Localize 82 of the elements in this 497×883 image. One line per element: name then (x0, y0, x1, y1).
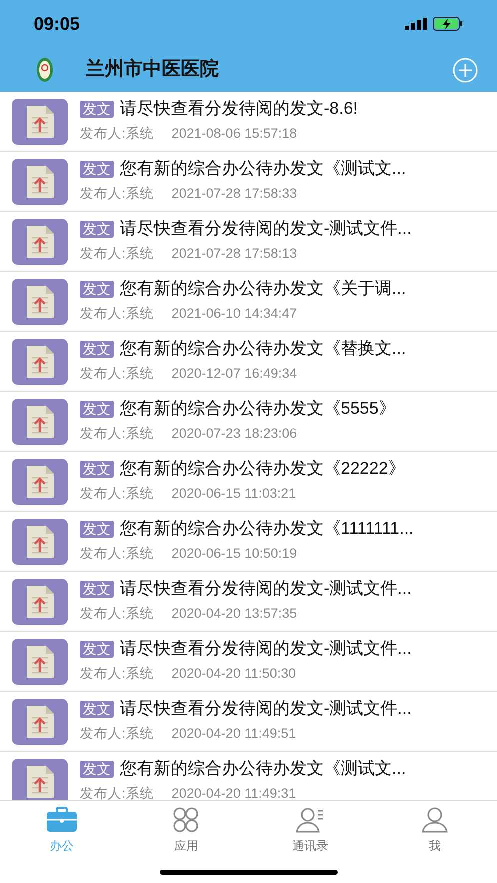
briefcase-icon (47, 807, 78, 833)
publisher-text: 发布人:系统 (80, 305, 154, 324)
message-item[interactable]: 发文 您有新的综合办公待办发文《5555》 发布人:系统 2020-07-23 18:23:06 (0, 392, 497, 452)
message-title: 您有新的综合办公待办发文《5555》 (120, 398, 396, 420)
message-time: 2020-06-15 10:50:19 (172, 545, 298, 564)
status-time: 09:05 (34, 12, 80, 36)
message-title: 您有新的综合办公待办发文《关于调... (120, 278, 406, 300)
message-title: 您有新的综合办公待办发文《测试文... (120, 758, 406, 780)
category-tag: 发文 (80, 280, 114, 298)
message-time: 2020-07-23 18:23:06 (172, 425, 298, 444)
message-time: 2020-12-07 16:49:34 (172, 365, 298, 384)
message-time: 2020-04-20 11:49:31 (172, 785, 296, 800)
add-icon[interactable] (453, 58, 478, 82)
tab-item[interactable]: 通讯录 (248, 801, 373, 855)
message-title: 请尽快查看分发待阅的发文-8.6! (120, 98, 358, 120)
message-title: 请尽快查看分发待阅的发文-测试文件... (120, 698, 412, 720)
apps-grid-icon (171, 807, 202, 833)
message-title: 您有新的综合办公待办发文《测试文... (120, 158, 406, 180)
message-title: 请尽快查看分发待阅的发文-测试文件... (120, 638, 412, 660)
publisher-text: 发布人:系统 (80, 485, 154, 504)
app-title: 兰州市中医医院 (86, 58, 219, 82)
document-icon (12, 518, 68, 564)
category-tag: 发文 (80, 400, 114, 418)
message-item[interactable]: 发文 您有新的综合办公待办发文《关于调... 发布人:系统 2021-06-10 14:34:47 (0, 272, 497, 332)
message-time: 2020-06-15 11:03:21 (172, 485, 296, 504)
message-item[interactable]: 发文 您有新的综合办公待办发文《测试文... 发布人:系统 2021-07-28 17:58:33 (0, 152, 497, 212)
category-tag: 发文 (80, 700, 114, 718)
document-icon (12, 398, 68, 444)
document-icon (12, 218, 68, 264)
message-time: 2020-04-20 11:50:30 (172, 665, 296, 684)
message-time: 2021-08-06 15:57:18 (172, 125, 298, 144)
publisher-text: 发布人:系统 (80, 605, 154, 624)
document-icon (12, 458, 68, 504)
category-tag: 发文 (80, 520, 114, 538)
message-item[interactable]: 发文 请尽快查看分发待阅的发文-测试文件... 发布人:系统 2020-04-20 11:49:51 (0, 692, 497, 752)
category-tag: 发文 (80, 340, 114, 358)
message-item[interactable]: 发文 请尽快查看分发待阅的发文-测试文件... 发布人:系统 2020-04-20 11:50:30 (0, 632, 497, 692)
category-tag: 发文 (80, 580, 114, 598)
message-title: 您有新的综合办公待办发文《22222》 (120, 458, 406, 480)
message-title: 请尽快查看分发待阅的发文-测试文件... (120, 218, 412, 240)
category-tag: 发文 (80, 160, 114, 178)
publisher-text: 发布人:系统 (80, 665, 154, 684)
message-title: 您有新的综合办公待办发文《1111111... (120, 518, 414, 540)
signal-icon (405, 18, 427, 30)
message-title: 请尽快查看分发待阅的发文-测试文件... (120, 578, 412, 600)
message-item[interactable]: 发文 您有新的综合办公待办发文《1111111... 发布人:系统 2020-06-15 10:50:19 (0, 512, 497, 572)
message-item[interactable]: 发文 请尽快查看分发待阅的发文-8.6! 发布人:系统 2021-08-06 15:57:18 (0, 92, 497, 152)
category-tag: 发文 (80, 640, 114, 658)
person-icon (420, 807, 450, 833)
publisher-text: 发布人:系统 (80, 545, 154, 564)
tab-item[interactable]: 我 (372, 801, 497, 855)
message-time: 2020-04-20 13:57:35 (172, 605, 298, 624)
publisher-text: 发布人:系统 (80, 125, 154, 144)
category-tag: 发文 (80, 460, 114, 478)
category-tag: 发文 (80, 760, 114, 778)
tab-item[interactable]: 应用 (124, 801, 248, 855)
document-icon (12, 338, 68, 384)
publisher-text: 发布人:系统 (80, 425, 154, 444)
category-tag: 发文 (80, 220, 114, 238)
document-icon (12, 278, 68, 324)
publisher-text: 发布人:系统 (80, 185, 154, 204)
message-time: 2021-07-28 17:58:33 (172, 185, 298, 204)
publisher-text: 发布人:系统 (80, 365, 154, 384)
publisher-text: 发布人:系统 (80, 245, 154, 264)
document-icon (12, 98, 68, 144)
message-time: 2020-04-20 11:49:51 (172, 725, 296, 744)
document-icon (12, 578, 68, 624)
battery-icon (433, 17, 463, 31)
message-title: 您有新的综合办公待办发文《替换文... (120, 338, 406, 360)
publisher-text: 发布人:系统 (80, 725, 154, 744)
message-time: 2021-06-10 14:34:47 (172, 305, 298, 324)
contacts-icon (296, 807, 326, 833)
message-time: 2021-07-28 17:58:13 (172, 245, 298, 264)
message-item[interactable]: 发文 您有新的综合办公待办发文《22222》 发布人:系统 2020-06-15 11:03:21 (0, 452, 497, 512)
document-icon (12, 698, 68, 744)
document-icon (12, 638, 68, 684)
message-item[interactable]: 发文 您有新的综合办公待办发文《替换文... 发布人:系统 2020-12-07 16:49:34 (0, 332, 497, 392)
document-icon (12, 158, 68, 204)
message-item[interactable]: 发文 请尽快查看分发待阅的发文-测试文件... 发布人:系统 2021-07-28 17:58:13 (0, 212, 497, 272)
category-tag: 发文 (80, 100, 114, 118)
hospital-logo-icon (36, 57, 54, 83)
message-item[interactable]: 发文 请尽快查看分发待阅的发文-测试文件... 发布人:系统 2020-04-20 13:57:35 (0, 572, 497, 632)
